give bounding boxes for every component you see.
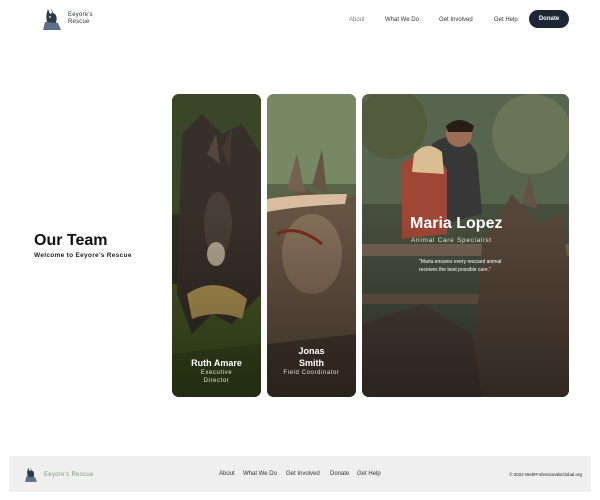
- member-role: Executive Director: [200, 370, 233, 384]
- page-title: Our Team: [34, 232, 108, 249]
- card-overlay: [172, 94, 261, 397]
- member-name: Maria Lopez: [410, 215, 503, 232]
- nav-about[interactable]: About: [349, 14, 365, 26]
- donate-button[interactable]: Donate: [529, 10, 569, 28]
- member-role: Field Coordinator: [283, 370, 340, 376]
- main-nav: About What We Do Get Involved Get Help: [0, 14, 600, 26]
- footer-logo-text: Eeyore's Rescue: [44, 471, 94, 478]
- nav-get-involved[interactable]: Get Involved: [439, 14, 473, 26]
- team-card-maria[interactable]: Maria Lopez Animal Care Specialist "Mari…: [362, 94, 569, 397]
- card-overlay: [362, 94, 569, 397]
- site-footer: Eeyore's Rescue About What We Do Get Inv…: [9, 456, 591, 492]
- member-name: Jonas Smith: [298, 346, 325, 368]
- footer-nav-get-help[interactable]: Get Help: [357, 471, 381, 477]
- footer-logo[interactable]: Eeyore's Rescue: [25, 467, 94, 482]
- member-role: Animal Care Specialist: [411, 237, 492, 244]
- nav-what-we-do[interactable]: What We Do: [385, 14, 419, 26]
- footer-nav-donate[interactable]: Donate: [330, 471, 349, 477]
- member-name: Ruth Amare: [191, 358, 242, 368]
- footer-nav-what-we-do[interactable]: What We Do: [243, 471, 277, 477]
- team-card-ruth[interactable]: Ruth Amare Executive Director: [172, 94, 261, 397]
- member-quote: "Maria ensures every rescued animal rece…: [419, 259, 502, 273]
- page-subtitle: Welcome to Eeyore's Rescue: [34, 252, 132, 259]
- nav-get-help[interactable]: Get Help: [494, 14, 518, 26]
- site-header: Eeyore's Rescue About What We Do Get Inv…: [0, 0, 600, 38]
- team-card-jonas[interactable]: Jonas Smith Field Coordinator: [267, 94, 356, 397]
- donkey-head-icon: [25, 467, 37, 482]
- footer-nav-about[interactable]: About: [219, 471, 235, 477]
- footer-nav-get-involved[interactable]: Get Involved: [286, 471, 320, 477]
- copyright-text: © 2022 WebProfessionalsGlobal.org: [509, 472, 582, 477]
